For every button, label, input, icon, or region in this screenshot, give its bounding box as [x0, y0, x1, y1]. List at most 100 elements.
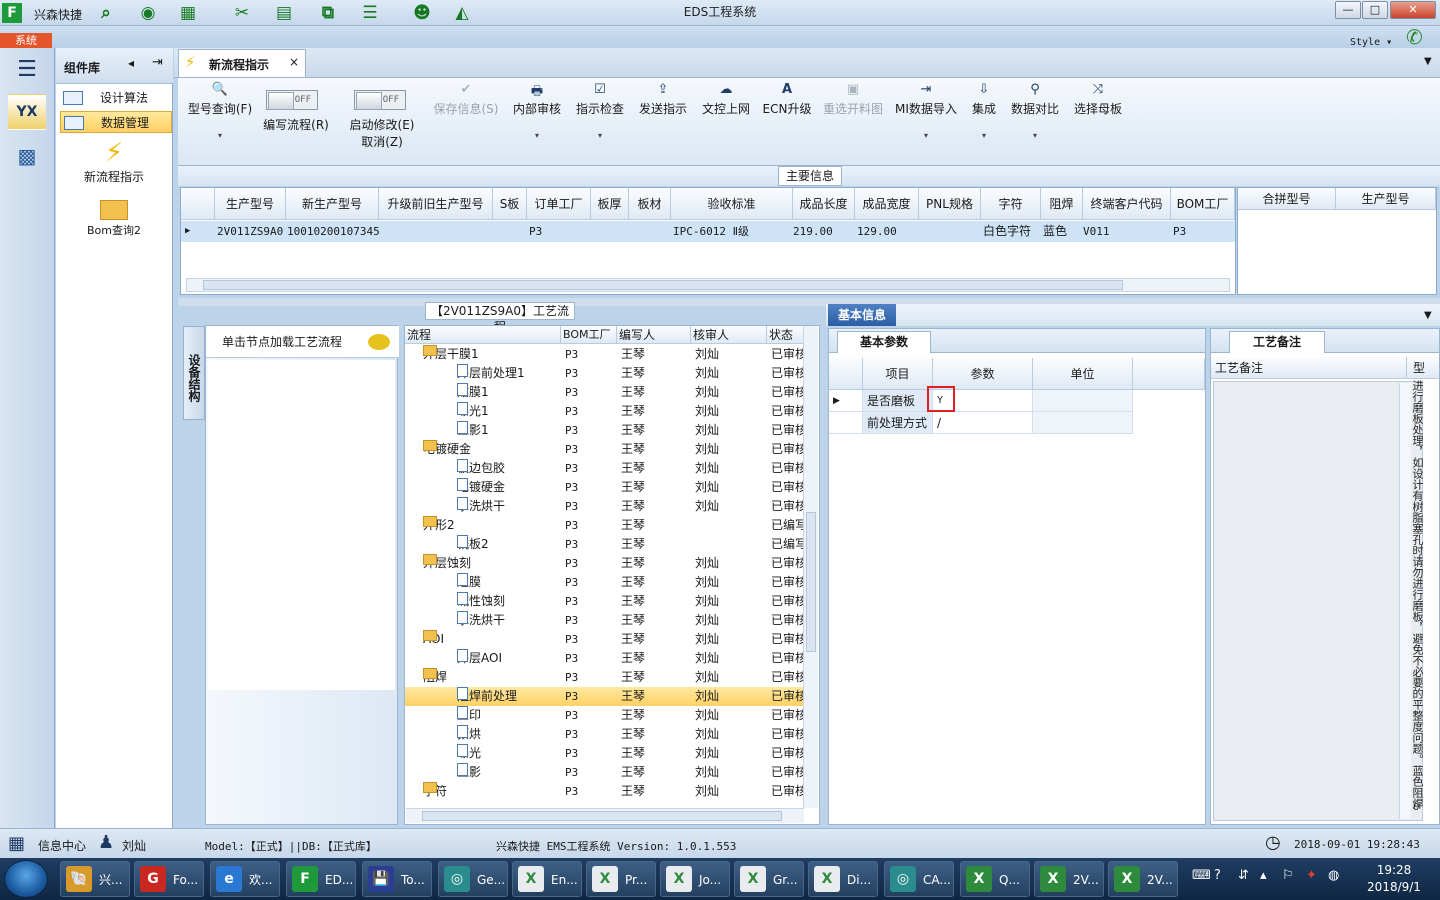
- col-header[interactable]: 订单工厂: [527, 188, 591, 220]
- start-modify-toggle[interactable]: OFF: [354, 90, 406, 110]
- horizontal-scrollbar[interactable]: [186, 278, 1230, 292]
- taskbar-item[interactable]: 🐚 兴...: [60, 861, 130, 897]
- scissors-icon[interactable]: ✂: [230, 2, 254, 24]
- tree-row[interactable]: 预烘 P3 王琴 刘灿 已审核: [405, 725, 805, 744]
- col-header[interactable]: 升级前旧生产型号: [379, 188, 493, 220]
- basic-info-tab[interactable]: 基本信息: [828, 304, 896, 326]
- film-icon[interactable]: ▤: [272, 2, 296, 24]
- windows-grid-icon[interactable]: ▦: [8, 833, 25, 854]
- tree-row[interactable]: 显影1 P3 王琴 刘灿 已审核: [405, 421, 805, 440]
- tree-row[interactable]: 板边包胶 P3 王琴 刘灿 已审核: [405, 459, 805, 478]
- close-button[interactable]: ✕: [1390, 1, 1436, 19]
- tree-row[interactable]: 曝光1 P3 王琴 刘灿 已审核: [405, 402, 805, 421]
- info-center-link[interactable]: 信息中心: [38, 837, 86, 854]
- scroll-thumb[interactable]: [422, 811, 782, 821]
- send-instruction-button[interactable]: ⇪ 发送指示: [634, 82, 692, 117]
- calculator-icon[interactable]: ▩: [8, 138, 46, 174]
- maximize-button[interactable]: □: [1362, 1, 1388, 19]
- tree-row[interactable]: −外层蚀刻 P3 王琴 刘灿 已审核: [405, 554, 805, 573]
- tree-row[interactable]: 外层AOI P3 王琴 刘灿 已审核: [405, 649, 805, 668]
- col-header[interactable]: 状态: [767, 326, 807, 344]
- pin-icon[interactable]: ⇥: [152, 55, 163, 70]
- tray-arrow-icon[interactable]: ▴: [1260, 868, 1267, 883]
- tree-row[interactable]: 显影 P3 王琴 刘灿 已审核: [405, 763, 805, 782]
- col-header[interactable]: S板: [493, 188, 527, 220]
- doc-control-online-button[interactable]: ☁ 文控上网: [698, 82, 754, 117]
- copy-icon[interactable]: ⧉: [316, 2, 340, 24]
- taskbar-item[interactable]: X Pr...: [586, 861, 656, 897]
- tree-row[interactable]: 外层前处理1 P3 王琴 刘灿 已审核: [405, 364, 805, 383]
- col-header[interactable]: 生产型号: [215, 188, 286, 220]
- comp-item-design-algorithm[interactable]: 设计算法: [60, 87, 172, 109]
- tree-row[interactable]: 曝光 P3 王琴 刘灿 已审核: [405, 744, 805, 763]
- minimize-button[interactable]: —: [1335, 1, 1361, 19]
- taskbar-item[interactable]: X Q...: [960, 861, 1030, 897]
- col-header[interactable]: 新生产型号: [286, 188, 379, 220]
- taskbar-item[interactable]: ◎ Ge...: [438, 861, 508, 897]
- col-header[interactable]: 项目: [863, 358, 933, 390]
- action-center-icon[interactable]: ⚐: [1282, 868, 1294, 883]
- taskbar-item[interactable]: ◎ CA...: [884, 861, 954, 897]
- tree-row[interactable]: 阻焊前处理 P3 王琴 刘灿 已审核: [405, 687, 805, 706]
- ecn-upgrade-button[interactable]: A ECN升级: [760, 82, 814, 117]
- mi-data-import-button[interactable]: ⇥ MI数据导入 ▾: [892, 82, 960, 140]
- col-header[interactable]: 终端客户代码: [1083, 188, 1171, 220]
- help-icon[interactable]: ?: [1214, 868, 1221, 883]
- volume-icon[interactable]: ◍: [1328, 868, 1339, 883]
- col-header[interactable]: 阻焊: [1041, 188, 1083, 220]
- tree-row[interactable]: 水洗烘干 P3 王琴 刘灿 已审核: [405, 611, 805, 630]
- taskbar-item[interactable]: X Jo...: [660, 861, 730, 897]
- keyboard-icon[interactable]: ⌨: [1192, 868, 1211, 883]
- user-icon[interactable]: ☻: [410, 2, 434, 24]
- tree-row[interactable]: −外形2 P3 王琴 已编写: [405, 516, 805, 535]
- taskbar-item[interactable]: X Gr...: [734, 861, 804, 897]
- tab-new-flow[interactable]: ⚡ 新流程指示 ×: [178, 49, 306, 77]
- integrate-button[interactable]: ⇩ 集成 ▾: [966, 82, 1002, 140]
- col-header[interactable]: BOM工厂: [561, 326, 617, 344]
- taskbar-item[interactable]: G Fo...: [134, 861, 204, 897]
- remark-text-area[interactable]: [1213, 381, 1423, 821]
- equipment-structure-tab[interactable]: 设备结构: [183, 326, 205, 420]
- col-header[interactable]: PNL规格: [919, 188, 981, 220]
- col-header[interactable]: 流程: [405, 326, 561, 344]
- yx-logo-icon[interactable]: YX: [8, 94, 46, 130]
- vertical-scrollbar[interactable]: [803, 326, 818, 808]
- col-header[interactable]: BOM工厂: [1171, 188, 1235, 220]
- taskbar-item[interactable]: X 2V...: [1034, 861, 1104, 897]
- scroll-thumb[interactable]: [203, 280, 1123, 290]
- select-motherboard-button[interactable]: ⤨ 选择母板: [1070, 82, 1126, 117]
- col-header[interactable]: 单位: [1033, 358, 1133, 390]
- tab-close-icon[interactable]: ×: [289, 55, 299, 69]
- cancel-label[interactable]: 取消(Z): [344, 133, 420, 150]
- scroll-thumb[interactable]: [806, 512, 816, 652]
- tree-row[interactable]: 电镀硬金 P3 王琴 刘灿 已审核: [405, 478, 805, 497]
- style-dropdown[interactable]: Style ▾: [1350, 37, 1392, 48]
- collapse-left-icon[interactable]: ◂: [128, 56, 134, 70]
- col-header[interactable]: 字符: [981, 188, 1041, 220]
- new-flow-instruction-button[interactable]: ⚡ 新流程指示: [66, 138, 162, 188]
- search-icon[interactable]: ⌕: [94, 2, 118, 24]
- col-header[interactable]: 成品宽度: [855, 188, 919, 220]
- app-tray-icon[interactable]: ✦: [1306, 868, 1317, 883]
- col-header[interactable]: 验收标准: [671, 188, 793, 220]
- internal-review-button[interactable]: 🖶 内部审核 ▾: [508, 82, 566, 140]
- node-list[interactable]: [208, 360, 395, 690]
- chart-icon[interactable]: ◭: [450, 2, 474, 24]
- col-header[interactable]: 合拼型号: [1238, 188, 1336, 210]
- bom-query2-button[interactable]: Bom查询2: [66, 196, 162, 242]
- col-header[interactable]: 成品长度: [793, 188, 855, 220]
- phone-icon[interactable]: ✆: [1406, 25, 1423, 49]
- taskbar-item[interactable]: X Di...: [808, 861, 878, 897]
- param-value-input[interactable]: /: [933, 412, 1033, 434]
- globe-icon[interactable]: ◉: [136, 2, 160, 24]
- tree-row[interactable]: −AOI P3 王琴 刘灿 已审核: [405, 630, 805, 649]
- instruction-check-button[interactable]: ☑ 指示检查 ▾: [572, 82, 628, 140]
- start-button[interactable]: [4, 860, 48, 898]
- tree-row[interactable]: 退膜 P3 王琴 刘灿 已审核: [405, 573, 805, 592]
- tree-row[interactable]: 贴膜1 P3 王琴 刘灿 已审核: [405, 383, 805, 402]
- col-header[interactable]: 板厚: [591, 188, 629, 220]
- tree-row[interactable]: −字符 P3 王琴 刘灿 已审核: [405, 782, 805, 801]
- system-tab[interactable]: 系统: [0, 33, 52, 48]
- tab-basic-params[interactable]: 基本参数: [837, 331, 931, 353]
- taskbar-item[interactable]: X En...: [512, 861, 582, 897]
